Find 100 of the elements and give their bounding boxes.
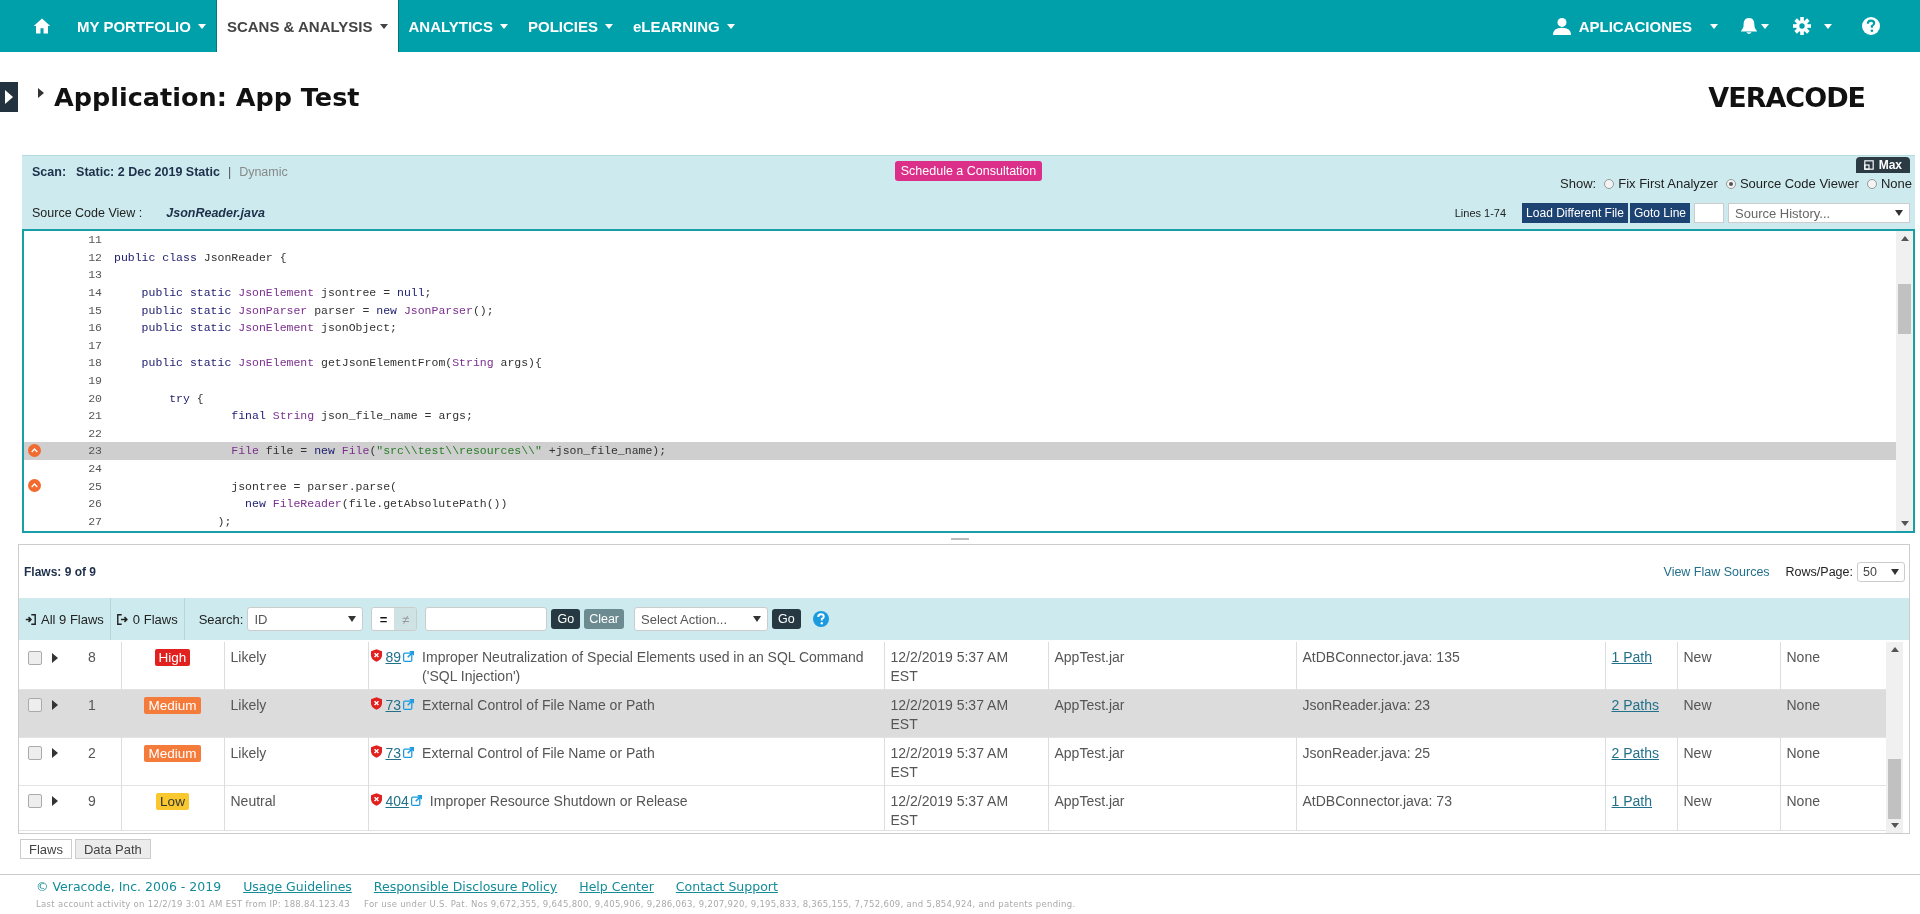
- cwe-link[interactable]: 73: [385, 743, 402, 763]
- view-flaw-sources-link[interactable]: View Flaw Sources: [1663, 564, 1770, 579]
- severity-badge: Low: [156, 792, 189, 810]
- date: 12/2/2019 5:37 AM EST: [884, 785, 1048, 830]
- panel-tab[interactable]: Data Path: [74, 839, 151, 859]
- flaw-row[interactable]: 8 High Likely 89 Improper Neutralization of Special Elements used in an SQL Command ('SQL Injection') 12/2/2019 5:37 AM EST AppTest.jar AtDBConnector.java: 135 1 Path New None: [19, 642, 1886, 689]
- line-number: 19: [87, 374, 102, 388]
- scrollbar[interactable]: [1896, 231, 1913, 531]
- flaw-filter-button[interactable]: All 9 Flaws: [19, 598, 111, 640]
- home-icon[interactable]: [33, 17, 51, 35]
- flaw-row[interactable]: 9 Low Neutral 404 Improper Resource Shutdown or Release 12/2/2019 5:37 AM EST AppTest.jar AtDBConnector.java: 73 1 Path New None: [19, 785, 1886, 830]
- goto-line-button[interactable]: Goto Line: [1629, 203, 1690, 223]
- flaws-count: Flaws: 9 of 9: [24, 564, 97, 579]
- cwe-link[interactable]: 73: [385, 695, 402, 715]
- max-button[interactable]: Max: [1855, 157, 1910, 173]
- line-number: 20: [87, 391, 102, 405]
- checkbox[interactable]: [28, 794, 42, 808]
- module-name: AppTest.jar: [1048, 689, 1296, 737]
- flaw-row[interactable]: 1 Medium Likely 73 External Control of File Name or Path 12/2/2019 5:37 AM EST AppTest.jar JsonReader.java: 23 2 Paths New None: [19, 689, 1886, 737]
- checkbox[interactable]: [28, 650, 42, 665]
- line-number: 17: [87, 338, 102, 352]
- user-menu[interactable]: APLICACIONES: [1542, 0, 1728, 52]
- search-field-dropdown[interactable]: ID: [247, 607, 364, 631]
- settings-icon: [1793, 17, 1811, 35]
- checkbox[interactable]: [28, 698, 42, 712]
- flaw-description: External Control of File Name or Path: [422, 743, 656, 763]
- flaw-marker-icon[interactable]: [28, 443, 41, 457]
- go-button[interactable]: Go: [551, 609, 581, 629]
- cwe-link[interactable]: 89: [385, 648, 402, 667]
- expand-arrow-icon[interactable]: [52, 652, 58, 663]
- source-history-dropdown[interactable]: Source History...: [1728, 203, 1910, 223]
- nav-menu-item[interactable]: SCANS & ANALYSIS: [215, 0, 399, 52]
- nav-menu-item[interactable]: ANALYTICS: [398, 0, 518, 52]
- operator-toggle[interactable]: =: [372, 608, 395, 630]
- action-dropdown[interactable]: Select Action...: [634, 607, 769, 631]
- cwe-link[interactable]: 404: [385, 791, 409, 811]
- external-link-icon[interactable]: [403, 746, 415, 758]
- module-name: AppTest.jar: [1048, 785, 1296, 830]
- data-path-link[interactable]: 2 Paths: [1611, 744, 1659, 761]
- resize-handle[interactable]: [951, 537, 969, 540]
- radio-button[interactable]: [1725, 178, 1736, 189]
- caret-icon: [379, 23, 388, 29]
- footer-link[interactable]: Responsible Disclosure Policy: [373, 879, 558, 894]
- line-number-field[interactable]: [1694, 203, 1724, 223]
- code-line: jsontree = parser.parse(: [230, 479, 397, 493]
- sign-out-icon: [116, 613, 128, 625]
- flaw-marker-icon[interactable]: [28, 479, 41, 493]
- file-name: JsonReader.java: [166, 206, 265, 220]
- flaw-description: Improper Resource Shutdown or Release: [429, 791, 689, 811]
- footer-link[interactable]: Contact Support: [675, 879, 778, 894]
- line-number: 18: [87, 356, 102, 370]
- data-path-link[interactable]: 1 Path: [1611, 649, 1652, 665]
- flaw-filter-button[interactable]: 0 Flaws: [110, 598, 185, 640]
- date: 12/2/2019 5:37 AM EST: [884, 642, 1048, 689]
- nav-menu-item[interactable]: POLICIES: [517, 0, 623, 52]
- go-button[interactable]: Go: [772, 609, 801, 629]
- severity-badge: High: [154, 649, 191, 666]
- nav-menu-item[interactable]: eLEARNING: [623, 0, 745, 52]
- footer-link[interactable]: Usage Guidelines: [243, 879, 352, 894]
- sign-in-icon: [25, 613, 36, 625]
- radio-button[interactable]: [1866, 178, 1877, 189]
- radio-option[interactable]: Source Code Viewer: [1725, 176, 1859, 191]
- expand-arrow-icon[interactable]: [52, 700, 58, 710]
- separator: |: [227, 165, 232, 179]
- caret-icon: [1824, 23, 1832, 29]
- external-link-icon[interactable]: [410, 794, 422, 806]
- schedule-consultation-button[interactable]: Schedule a Consultation: [894, 161, 1043, 181]
- radio-option[interactable]: Fix First Analyzer: [1604, 176, 1718, 191]
- help-icon[interactable]: [1862, 17, 1880, 35]
- checkbox[interactable]: [28, 746, 42, 760]
- external-link-icon[interactable]: [403, 651, 415, 662]
- help-icon[interactable]: [812, 611, 829, 627]
- expand-arrow-icon[interactable]: [38, 87, 44, 98]
- patent-notice: For use under U.S. Pat. Nos 9,672,355, 9,645,800, 9,405,906, 9,286,063, 9,207,920, 9,195,833, 8,365,155, 7,752,609, and 5,854,924, and patents pending.: [364, 899, 1076, 909]
- rows-per-page-dropdown[interactable]: 50: [1857, 561, 1905, 582]
- external-link-icon[interactable]: [403, 698, 415, 710]
- radio-button[interactable]: [1604, 178, 1615, 189]
- rows-per-page-label: Rows/Page:: [1785, 564, 1853, 579]
- code-line: public static JsonParser parser = new JsonParser();: [140, 303, 494, 317]
- clear-button[interactable]: Clear: [584, 609, 625, 629]
- caret-icon: [726, 23, 735, 29]
- nav-menu-item[interactable]: MY PORTFOLIO: [67, 0, 216, 52]
- scrollbar[interactable]: [1886, 642, 1903, 833]
- footer-link[interactable]: Help Center: [579, 879, 654, 894]
- data-path-link[interactable]: 2 Paths: [1611, 696, 1659, 713]
- code-line: public static JsonElement getJsonElementFrom(String args){: [140, 356, 542, 370]
- expand-arrow-icon[interactable]: [52, 748, 58, 758]
- sidebar-toggle[interactable]: [0, 81, 18, 112]
- search-field[interactable]: [425, 607, 548, 631]
- code-line: );: [216, 514, 232, 528]
- date: 12/2/2019 5:37 AM EST: [884, 737, 1048, 785]
- flaw-description: Improper Neutralization of Special Elements used in an SQL Command ('SQL Injection'): [422, 648, 865, 686]
- load-file-button[interactable]: Load Different File: [1522, 203, 1628, 223]
- flaw-row[interactable]: 2 Medium Likely 73 External Control of File Name or Path 12/2/2019 5:37 AM EST AppTest.jar JsonReader.java: 25 2 Paths New None: [19, 737, 1886, 785]
- shield-icon: [370, 792, 382, 806]
- line-number: 11: [87, 233, 102, 247]
- expand-arrow-icon[interactable]: [52, 796, 58, 806]
- panel-tab[interactable]: Flaws: [20, 839, 72, 859]
- data-path-link[interactable]: 1 Path: [1611, 792, 1652, 809]
- radio-option[interactable]: None: [1866, 176, 1912, 191]
